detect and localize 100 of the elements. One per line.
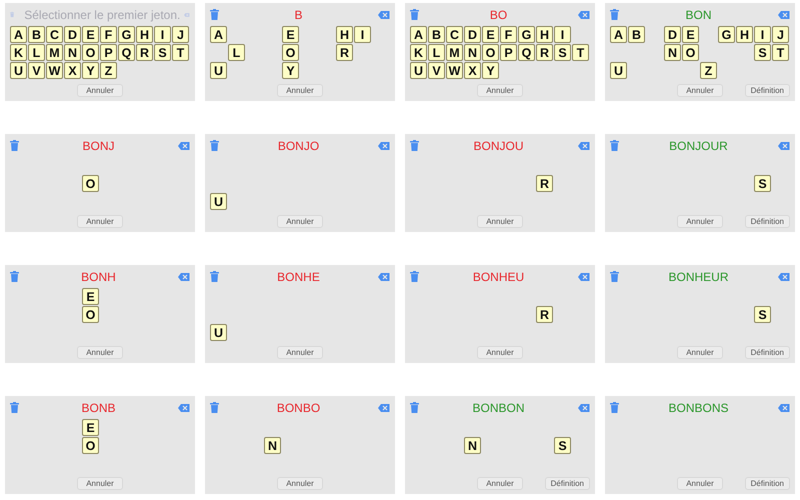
letter-tile[interactable]: E xyxy=(482,26,499,43)
letter-tile[interactable]: U xyxy=(210,193,227,210)
letter-tile[interactable]: B xyxy=(628,26,645,43)
backspace-icon[interactable] xyxy=(778,272,790,280)
letter-tile[interactable]: C xyxy=(46,26,63,43)
cancel-button[interactable]: Annuler xyxy=(77,477,123,490)
cancel-button[interactable]: Annuler xyxy=(77,346,123,359)
letter-tile[interactable]: L xyxy=(228,44,245,61)
letter-tile[interactable]: T xyxy=(172,44,189,61)
letter-tile[interactable]: O xyxy=(82,175,99,192)
letter-tile[interactable]: E xyxy=(82,288,99,305)
letter-tile[interactable]: X xyxy=(64,62,81,79)
letter-tile[interactable]: T xyxy=(572,44,589,61)
cancel-button[interactable]: Annuler xyxy=(677,84,723,97)
letter-tile[interactable]: W xyxy=(46,62,63,79)
letter-tile[interactable]: O xyxy=(682,44,699,61)
backspace-icon[interactable] xyxy=(378,10,390,18)
letter-tile[interactable]: X xyxy=(464,62,481,79)
letter-tile[interactable]: I xyxy=(354,26,371,43)
definition-button[interactable]: Définition xyxy=(744,215,790,228)
trash-icon[interactable] xyxy=(210,140,219,151)
backspace-icon[interactable] xyxy=(178,404,190,412)
letter-tile[interactable]: Y xyxy=(482,62,499,79)
letter-tile[interactable]: U xyxy=(210,62,227,79)
cancel-button[interactable]: Annuler xyxy=(277,84,323,97)
backspace-icon[interactable] xyxy=(778,404,790,412)
backspace-icon[interactable] xyxy=(778,142,790,150)
backspace-icon[interactable] xyxy=(578,142,590,150)
letter-tile[interactable]: L xyxy=(28,44,45,61)
letter-tile[interactable]: Z xyxy=(100,62,117,79)
letter-tile[interactable]: I xyxy=(754,26,771,43)
letter-tile[interactable]: G xyxy=(518,26,535,43)
trash-icon[interactable] xyxy=(610,402,619,413)
backspace-icon[interactable] xyxy=(578,404,590,412)
trash-icon[interactable] xyxy=(610,271,619,282)
letter-tile[interactable]: F xyxy=(100,26,117,43)
letter-tile[interactable]: N xyxy=(464,44,481,61)
letter-tile[interactable]: U xyxy=(10,62,27,79)
letter-tile[interactable]: Q xyxy=(118,44,135,61)
letter-tile[interactable]: H xyxy=(136,26,153,43)
definition-button[interactable]: Définition xyxy=(744,84,790,97)
backspace-icon[interactable] xyxy=(578,272,590,280)
letter-tile[interactable]: N xyxy=(464,437,481,454)
trash-icon[interactable] xyxy=(210,402,219,413)
letter-tile[interactable]: A xyxy=(210,26,227,43)
cancel-button[interactable]: Annuler xyxy=(477,215,523,228)
letter-tile[interactable]: H xyxy=(336,26,353,43)
cancel-button[interactable]: Annuler xyxy=(77,84,123,97)
cancel-button[interactable]: Annuler xyxy=(677,477,723,490)
letter-tile[interactable]: H xyxy=(536,26,553,43)
cancel-button[interactable]: Annuler xyxy=(477,346,523,359)
letter-tile[interactable]: R xyxy=(536,306,553,323)
cancel-button[interactable]: Annuler xyxy=(677,215,723,228)
letter-tile[interactable]: D xyxy=(664,26,681,43)
backspace-icon[interactable] xyxy=(378,272,390,280)
letter-tile[interactable]: A xyxy=(410,26,427,43)
letter-tile[interactable]: N xyxy=(64,44,81,61)
trash-icon[interactable] xyxy=(10,402,19,413)
letter-tile[interactable]: Q xyxy=(518,44,535,61)
trash-icon[interactable] xyxy=(410,402,419,413)
trash-icon[interactable] xyxy=(210,271,219,282)
letter-tile[interactable]: L xyxy=(428,44,445,61)
cancel-button[interactable]: Annuler xyxy=(477,477,523,490)
trash-icon[interactable] xyxy=(10,271,19,282)
letter-tile[interactable]: T xyxy=(772,44,789,61)
letter-tile[interactable]: U xyxy=(610,62,627,79)
letter-tile[interactable]: O xyxy=(482,44,499,61)
letter-tile[interactable]: K xyxy=(410,44,427,61)
definition-button[interactable]: Définition xyxy=(544,477,590,490)
letter-tile[interactable]: E xyxy=(82,26,99,43)
letter-tile[interactable]: P xyxy=(100,44,117,61)
cancel-button[interactable]: Annuler xyxy=(277,346,323,359)
letter-tile[interactable]: M xyxy=(46,44,63,61)
letter-tile[interactable]: E xyxy=(82,419,99,436)
cancel-button[interactable]: Annuler xyxy=(277,215,323,228)
letter-tile[interactable]: J xyxy=(772,26,789,43)
letter-tile[interactable]: O xyxy=(282,44,299,61)
cancel-button[interactable]: Annuler xyxy=(77,215,123,228)
letter-tile[interactable]: D xyxy=(64,26,81,43)
letter-tile[interactable]: J xyxy=(172,26,189,43)
cancel-button[interactable]: Annuler xyxy=(477,84,523,97)
letter-tile[interactable]: S xyxy=(154,44,171,61)
letter-tile[interactable]: O xyxy=(82,306,99,323)
backspace-icon[interactable] xyxy=(378,142,390,150)
cancel-button[interactable]: Annuler xyxy=(277,477,323,490)
definition-button[interactable]: Définition xyxy=(744,346,790,359)
letter-tile[interactable]: S xyxy=(554,44,571,61)
letter-tile[interactable]: R xyxy=(136,44,153,61)
letter-tile[interactable]: N xyxy=(264,437,281,454)
cancel-button[interactable]: Annuler xyxy=(677,346,723,359)
letter-tile[interactable]: M xyxy=(446,44,463,61)
letter-tile[interactable]: W xyxy=(446,62,463,79)
letter-tile[interactable]: S xyxy=(754,175,771,192)
letter-tile[interactable]: S xyxy=(754,44,771,61)
letter-tile[interactable]: R xyxy=(536,44,553,61)
letter-tile[interactable]: S xyxy=(554,437,571,454)
letter-tile[interactable]: Y xyxy=(282,62,299,79)
letter-tile[interactable]: Z xyxy=(700,62,717,79)
backspace-icon[interactable] xyxy=(578,10,590,18)
trash-icon[interactable] xyxy=(210,9,219,20)
